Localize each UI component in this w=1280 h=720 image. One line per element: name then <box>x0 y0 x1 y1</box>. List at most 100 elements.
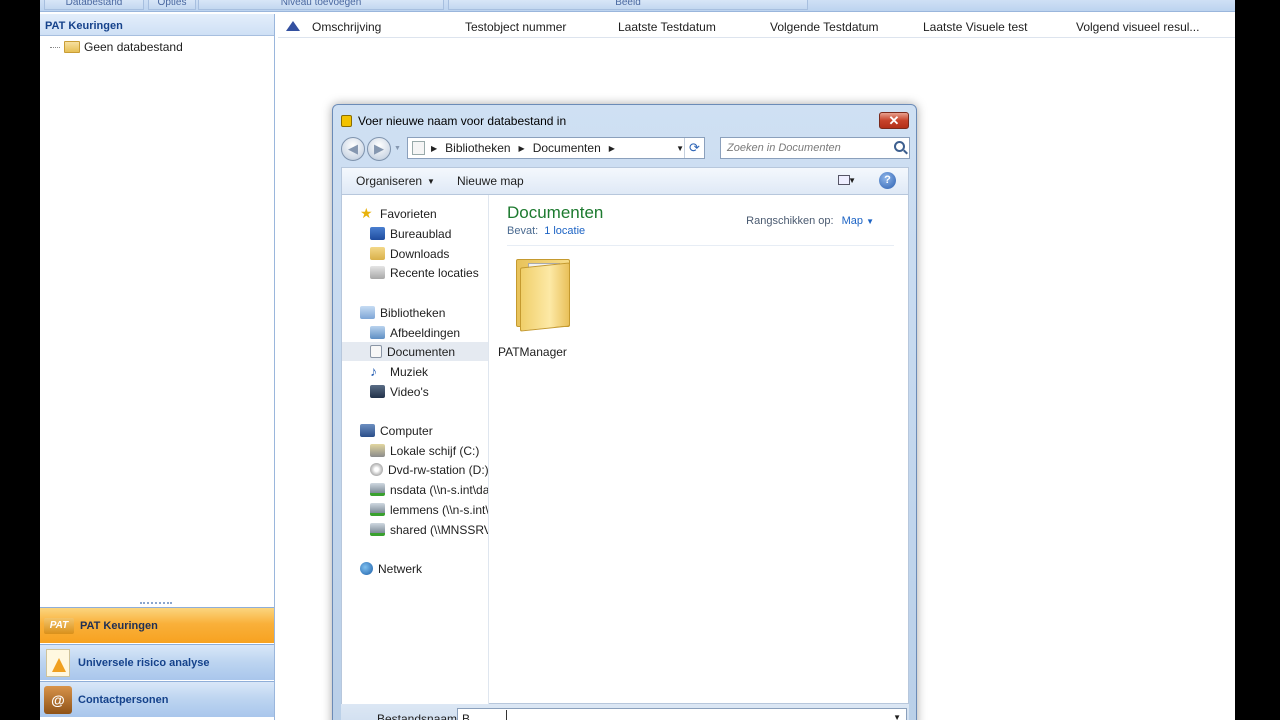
network-drive-icon <box>370 503 385 516</box>
new-folder-button[interactable]: Nieuwe map <box>457 174 524 188</box>
nav-label: lemmens (\\n-s.int\ <box>390 502 489 517</box>
nav-item-dvd-station[interactable]: Dvd-rw-station (D:) <box>342 460 488 479</box>
close-button[interactable]: ✕ <box>879 112 909 129</box>
recent-places-icon <box>370 266 385 279</box>
column-header-volgend-visueel-resultaat[interactable]: Volgend visueel resul... <box>1076 20 1199 34</box>
nav-label: Netwerk <box>378 561 423 576</box>
arrange-by: Rangschikken op: Map ▼ <box>746 215 874 227</box>
ribbon-group-niveau-toevoegen[interactable]: Niveau toevoegen <box>198 0 444 10</box>
recent-pages-dropdown-icon[interactable]: ▼ <box>394 137 402 161</box>
network-icon <box>360 562 373 575</box>
column-header-laatste-testdatum[interactable]: Laatste Testdatum <box>618 20 716 34</box>
nav-item-lokale-schijf[interactable]: Lokale schijf (C:) <box>342 441 488 460</box>
nav-item-videos[interactable]: Video's <box>342 382 488 401</box>
nav-item-afbeeldingen[interactable]: Afbeeldingen <box>342 323 488 342</box>
arrange-by-dropdown[interactable]: Map ▼ <box>842 215 874 227</box>
nav-item-recente-locaties[interactable]: Recente locaties <box>342 263 488 282</box>
downloads-folder-icon <box>370 247 385 260</box>
column-header-laatste-visuele-test[interactable]: Laatste Visuele test <box>923 20 1028 34</box>
libraries-icon <box>360 306 375 319</box>
sort-ascending-icon[interactable] <box>286 20 300 31</box>
desktop-icon <box>370 227 385 240</box>
forward-arrow-icon[interactable]: ▶ <box>367 137 391 161</box>
locations-link[interactable]: 1 locatie <box>544 225 585 237</box>
nav-item-nsdata[interactable]: nsdata (\\n-s.int\dat <box>342 480 489 499</box>
search-placeholder: Zoeken in Documenten <box>727 142 841 154</box>
pictures-icon <box>370 326 385 339</box>
chevron-down-icon: ▼ <box>427 176 435 186</box>
nav-label: Computer <box>380 423 433 438</box>
dvd-drive-icon <box>370 463 383 476</box>
folder-item-label: PATManager <box>498 345 567 359</box>
breadcrumb-documenten[interactable]: ▶ Documenten <box>519 141 601 155</box>
address-bar[interactable]: ▶ Bibliotheken ▶ Documenten ▶ ▼ ⟳ <box>407 137 705 159</box>
nav-label: nsdata (\\n-s.int\dat <box>390 482 489 497</box>
filename-input[interactable]: B ▼ <box>457 708 907 720</box>
breadcrumb-label: Documenten <box>532 141 601 155</box>
tree-item-no-database[interactable]: Geen databestand <box>50 40 183 54</box>
back-arrow-icon[interactable]: ◀ <box>341 137 365 161</box>
nav-label: Favorieten <box>380 206 437 221</box>
nav-label: Lokale schijf (C:) <box>390 443 480 458</box>
library-locations: Bevat: 1 locatie <box>507 225 585 237</box>
nav-button-pat-keuringen[interactable]: PAT PAT Keuringen <box>40 607 274 643</box>
search-icon[interactable] <box>894 141 905 152</box>
navigation-pane: ★ Favorieten Bureaublad Downloads Recente… <box>342 195 489 705</box>
computer-icon <box>360 424 375 437</box>
address-dropdown-icon[interactable]: ▼ <box>676 144 684 153</box>
ribbon-group-opties[interactable]: Opties <box>148 0 196 10</box>
warning-icon <box>44 648 72 677</box>
nav-item-muziek[interactable]: ♪ Muziek <box>342 362 488 381</box>
chevron-right-icon[interactable]: ▶ <box>609 144 615 153</box>
save-file-dialog: Voer nieuwe naam voor databestand in ✕ ◀… <box>332 104 917 720</box>
folder-item-patmanager[interactable] <box>514 255 574 335</box>
ribbon-group-databestand[interactable]: Databestand <box>44 0 144 10</box>
pat-application-window: Databestand Opties Niveau toevoegen Beel… <box>40 0 1235 720</box>
help-icon[interactable]: ? <box>879 172 896 189</box>
nav-label: Bibliotheken <box>380 305 446 320</box>
nav-favorites[interactable]: ★ Favorieten <box>342 204 488 223</box>
breadcrumb-label: Bibliotheken <box>445 141 511 155</box>
nav-label: Downloads <box>390 246 450 261</box>
column-header-volgende-testdatum[interactable]: Volgende Testdatum <box>770 20 879 34</box>
pat-icon: PAT <box>44 617 74 634</box>
nav-item-lemmens[interactable]: lemmens (\\n-s.int\ <box>342 500 489 519</box>
network-drive-icon <box>370 523 385 536</box>
nav-label: shared (\\MNSSRV0( <box>390 522 488 537</box>
left-navigation-panel: PAT Keuringen Geen databestand PAT PAT K… <box>40 14 275 720</box>
nav-button-contactpersonen[interactable]: @ Contactpersonen <box>40 681 274 717</box>
nav-network[interactable]: Netwerk <box>342 559 488 578</box>
nav-item-documenten[interactable]: Documenten <box>342 342 488 361</box>
chevron-right-icon: ▶ <box>518 143 525 153</box>
refresh-icon[interactable]: ⟳ <box>684 138 704 158</box>
app-icon <box>341 115 352 127</box>
chevron-down-icon: ▼ <box>866 217 874 226</box>
nav-label: Afbeeldingen <box>390 325 461 340</box>
view-dropdown-icon[interactable]: ▼ <box>848 176 856 185</box>
command-bar: Organiseren ▼ Nieuwe map ▼ ? <box>341 167 909 194</box>
dialog-title: Voer nieuwe naam voor databestand in <box>358 114 567 128</box>
nav-label: Bureaublad <box>390 226 452 241</box>
panel-splitter-handle[interactable] <box>140 602 172 606</box>
arrange-value: Map <box>841 215 864 227</box>
nav-item-downloads[interactable]: Downloads <box>342 244 488 263</box>
content-divider <box>507 245 894 246</box>
organize-button[interactable]: Organiseren ▼ <box>356 174 435 188</box>
nav-item-bureaublad[interactable]: Bureaublad <box>342 224 488 243</box>
column-header-testobject-nummer[interactable]: Testobject nummer <box>465 20 566 34</box>
ribbon-group-beeld[interactable]: Beeld <box>448 0 808 10</box>
filename-dropdown-icon[interactable]: ▼ <box>893 713 901 720</box>
organize-label: Organiseren <box>356 174 423 188</box>
nav-button-label: PAT Keuringen <box>80 619 158 632</box>
nav-item-shared[interactable]: shared (\\MNSSRV0( <box>342 520 488 539</box>
nav-libraries[interactable]: Bibliotheken <box>342 303 488 322</box>
nav-label: Recente locaties <box>390 265 479 280</box>
library-title: Documenten <box>507 203 604 222</box>
nav-button-risico-analyse[interactable]: Universele risico analyse <box>40 644 274 680</box>
breadcrumb-bibliotheken[interactable]: ▶ Bibliotheken <box>431 141 511 155</box>
nav-computer[interactable]: Computer <box>342 421 488 440</box>
dialog-body: ★ Favorieten Bureaublad Downloads Recente… <box>341 194 909 705</box>
search-input[interactable]: Zoeken in Documenten <box>720 137 910 159</box>
nav-label: Video's <box>390 384 429 399</box>
column-header-omschrijving[interactable]: Omschrijving <box>312 20 381 34</box>
